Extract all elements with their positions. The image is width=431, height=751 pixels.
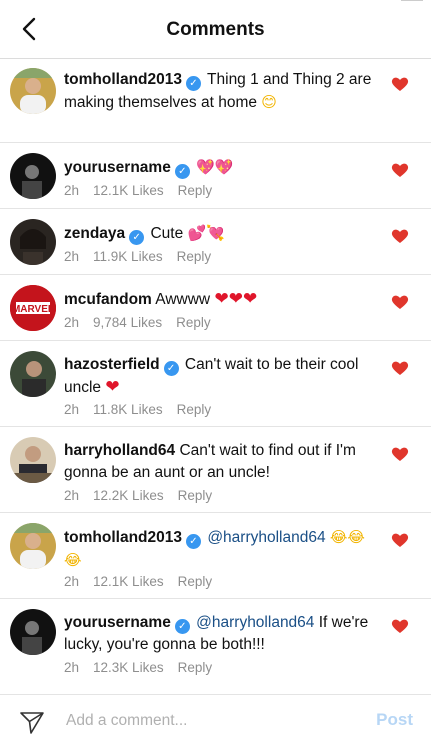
likes-count[interactable]: 12.2K Likes — [93, 488, 164, 503]
verified-badge-icon: ✓ — [163, 361, 179, 376]
paper-plane-icon[interactable] — [18, 708, 46, 736]
comment-time: 2h — [64, 660, 80, 675]
comment-meta: 2h 12.1K Likes Reply — [64, 574, 226, 589]
comment-body: hazosterfield ✓ Can't wait to be their co… — [64, 354, 379, 399]
header: Comments — [0, 0, 431, 59]
emoji: ❤❤❤ — [214, 289, 258, 309]
likes-count[interactable]: 11.9K Likes — [93, 249, 163, 264]
comment-list: tomholland2013 ✓ Thing 1 and Thing 2 are … — [0, 59, 431, 689]
avatar-logo-text: MARVEL — [12, 304, 54, 315]
avatar[interactable] — [10, 523, 56, 569]
comment: tomholland2013 ✓ @harryholland64 😂😂😂 2h 12… — [0, 513, 431, 599]
avatar[interactable] — [10, 437, 56, 483]
comment: yourusername ✓ @harryholland64 If we're l… — [0, 599, 431, 689]
comment-body: tomholland2013 ✓ Thing 1 and Thing 2 are … — [64, 69, 379, 114]
comment: harryholland64 Can't wait to find out if… — [0, 427, 431, 513]
likes-count[interactable]: 11.8K Likes — [93, 402, 163, 417]
heart-icon[interactable] — [391, 76, 409, 92]
verified-badge-icon: ✓ — [186, 76, 201, 91]
comment: zendaya ✓ Cute 💕💘 2h 11.9K Likes Reply — [0, 209, 431, 275]
verified-badge-icon: ✓ — [174, 619, 190, 634]
likes-count[interactable]: 12.1K Likes — [93, 574, 164, 589]
emoji: ❤ — [105, 377, 120, 397]
username[interactable]: tomholland2013 — [64, 529, 182, 546]
avatar[interactable] — [10, 68, 56, 114]
comment-meta: 2h 12.3K Likes Reply — [64, 660, 226, 675]
comment-time: 2h — [64, 574, 80, 589]
post-button[interactable]: Post — [376, 710, 413, 730]
username[interactable]: harryholland64 — [64, 442, 175, 459]
comment-body: yourusername ✓ 💖💖 — [64, 156, 379, 179]
comment-input[interactable]: Add a comment... — [66, 712, 187, 730]
avatar[interactable] — [10, 609, 56, 655]
heart-icon[interactable] — [391, 294, 409, 310]
comment-meta: 2h 12.1K Likes Reply — [64, 183, 226, 198]
verified-badge-icon: ✓ — [186, 534, 201, 549]
reply-button[interactable]: Reply — [178, 660, 213, 675]
comment-text: Cute — [150, 225, 184, 242]
emoji: 😊 — [261, 93, 277, 111]
username[interactable]: hazosterfield — [64, 356, 160, 373]
username[interactable]: zendaya — [64, 225, 125, 242]
comment: MARVEL mcufandom Awwww ❤❤❤ 2h 9,784 Likes… — [0, 275, 431, 341]
comment-body: tomholland2013 ✓ @harryholland64 😂😂😂 — [64, 526, 379, 572]
heart-icon[interactable] — [391, 618, 409, 634]
comment-body: harryholland64 Can't wait to find out if… — [64, 440, 379, 484]
heart-icon[interactable] — [391, 162, 409, 178]
likes-count[interactable]: 12.1K Likes — [93, 183, 164, 198]
reply-button[interactable]: Reply — [177, 249, 212, 264]
reply-button[interactable]: Reply — [178, 183, 213, 198]
reply-button[interactable]: Reply — [177, 402, 212, 417]
username[interactable]: yourusername — [64, 159, 171, 176]
username[interactable]: mcufandom — [64, 291, 152, 308]
avatar[interactable]: MARVEL — [10, 285, 56, 331]
comment: hazosterfield ✓ Can't wait to be their co… — [0, 341, 431, 427]
heart-icon[interactable] — [391, 532, 409, 548]
avatar[interactable] — [10, 219, 56, 265]
comment-body: zendaya ✓ Cute 💕💘 — [64, 222, 379, 245]
heart-icon[interactable] — [391, 360, 409, 376]
verified-badge-icon: ✓ — [129, 230, 145, 245]
comment: yourusername ✓ 💖💖 2h 12.1K Likes Reply — [0, 143, 431, 209]
heart-icon[interactable] — [391, 228, 409, 244]
avatar[interactable] — [10, 351, 56, 397]
verified-badge-icon: ✓ — [174, 164, 190, 179]
comment-composer: Add a comment... Post — [0, 694, 431, 751]
comment-body: yourusername ✓ @harryholland64 If we're l… — [64, 612, 379, 656]
username[interactable]: tomholland2013 — [64, 71, 182, 88]
comment-meta: 2h 9,784 Likes Reply — [64, 315, 225, 330]
comment-time: 2h — [64, 488, 80, 503]
likes-count[interactable]: 12.3K Likes — [93, 660, 164, 675]
avatar[interactable] — [10, 153, 56, 199]
heart-icon[interactable] — [391, 446, 409, 462]
comment-meta: 2h 11.9K Likes Reply — [64, 249, 225, 264]
comment-time: 2h — [64, 315, 80, 330]
comment-meta: 2h 12.2K Likes Reply — [64, 488, 226, 503]
mention-link[interactable]: @harryholland64 — [196, 614, 314, 631]
likes-count[interactable]: 9,784 Likes — [93, 315, 162, 330]
caption-comment: tomholland2013 ✓ Thing 1 and Thing 2 are … — [0, 59, 431, 143]
comment-time: 2h — [64, 183, 80, 198]
comment-text: Awwww — [155, 291, 211, 308]
comment-body: mcufandom Awwww ❤❤❤ — [64, 288, 379, 311]
emoji: 💖💖 — [196, 158, 234, 176]
reply-button[interactable]: Reply — [178, 574, 213, 589]
comment-meta: 2h 11.8K Likes Reply — [64, 402, 225, 417]
comment-time: 2h — [64, 402, 80, 417]
username[interactable]: yourusername — [64, 614, 171, 631]
comment-time: 2h — [64, 249, 80, 264]
mention-link[interactable]: @harryholland64 — [207, 529, 325, 546]
reply-button[interactable]: Reply — [178, 488, 213, 503]
page-title: Comments — [166, 19, 265, 40]
emoji: 💕💘 — [187, 224, 225, 242]
reply-button[interactable]: Reply — [176, 315, 211, 330]
